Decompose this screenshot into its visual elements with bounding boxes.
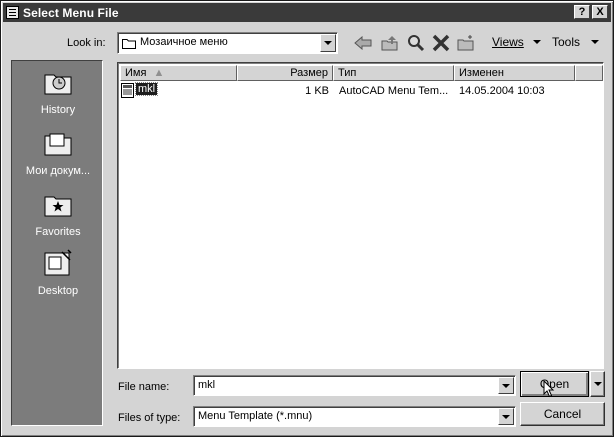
search-icon [408, 35, 425, 52]
place-history[interactable]: History [12, 67, 104, 116]
look-in-value: Мозаичное меню [140, 36, 228, 48]
file-name-combobox[interactable]: mkl [193, 375, 516, 396]
column-size-label: Размер [290, 67, 328, 79]
dialog-title: Select Menu File [23, 5, 119, 20]
title-bar[interactable]: Select Menu File ? X [3, 3, 611, 22]
place-history-label: History [40, 104, 76, 116]
column-name-label: Имя [125, 67, 147, 79]
views-menu[interactable]: Views [492, 35, 524, 49]
folder-icon [122, 39, 136, 49]
mouse-cursor-icon [543, 380, 555, 398]
file-name-dropdown-button[interactable] [498, 377, 514, 394]
chevron-down-icon [502, 383, 510, 388]
place-desktop-label: Desktop [37, 285, 79, 297]
menu-file-icon [121, 83, 134, 98]
app-icon [6, 6, 19, 19]
close-button[interactable]: X [592, 5, 608, 19]
cancel-label: Cancel [543, 407, 582, 421]
my-documents-icon [44, 133, 72, 156]
file-size-cell: 1 KB [305, 85, 329, 97]
place-my-documents[interactable]: Мои докум... [12, 128, 104, 177]
new-folder-button[interactable] [456, 33, 476, 53]
file-list[interactable]: Имя ▲ Размер Тип Изменен mkl 1 KB AutoCA… [117, 62, 604, 369]
look-in-dropdown-button[interactable] [320, 34, 336, 52]
back-arrow-icon [354, 36, 372, 50]
new-folder-icon [457, 35, 474, 51]
help-button[interactable]: ? [574, 5, 590, 19]
place-desktop[interactable]: Desktop [12, 248, 104, 297]
chevron-down-icon [593, 382, 602, 386]
file-name-cell[interactable]: mkl [134, 82, 159, 96]
back-button[interactable] [353, 33, 373, 53]
views-label: Views [492, 35, 524, 49]
file-name-input[interactable]: mkl [198, 379, 215, 391]
up-folder-icon [381, 36, 398, 51]
place-my-documents-label: Мои докум... [25, 165, 91, 177]
file-type-combobox[interactable]: Menu Template (*.mnu) [193, 406, 516, 427]
tools-dropdown-icon[interactable] [591, 40, 599, 44]
place-favorites-label: Favorites [35, 226, 81, 238]
chevron-down-icon [502, 414, 510, 419]
delete-button[interactable] [431, 33, 451, 53]
desktop-icon [44, 249, 72, 276]
look-in-combobox[interactable]: Мозаичное меню [117, 32, 338, 54]
column-header-filler [575, 65, 603, 81]
tools-label: Tools [552, 35, 581, 49]
column-type-label: Тип [338, 67, 357, 79]
column-header-size[interactable]: Размер [237, 65, 333, 81]
sort-ascending-icon: ▲ [153, 67, 165, 79]
chevron-down-icon [324, 41, 332, 45]
column-header-modified[interactable]: Изменен [454, 65, 575, 81]
views-dropdown-icon[interactable] [533, 40, 541, 44]
places-bar: History Мои докум... Favorites Desktop [11, 60, 103, 426]
tools-menu[interactable]: Tools [552, 35, 580, 49]
select-menu-file-dialog: Select Menu File ? X Look in: Мозаичное … [0, 0, 614, 437]
open-options-button[interactable] [590, 371, 605, 397]
search-web-button[interactable] [406, 33, 426, 53]
column-header-name[interactable]: Имя ▲ [120, 65, 237, 81]
file-name-label: File name: [118, 381, 170, 393]
delete-x-icon [432, 34, 450, 52]
file-type-label: Files of type: [118, 412, 181, 424]
open-button[interactable]: Open [520, 371, 589, 398]
favorites-icon [44, 196, 72, 217]
file-type-cell: AutoCAD Menu Tem... [339, 85, 449, 97]
file-type-dropdown-button[interactable] [498, 408, 514, 425]
history-icon [44, 74, 72, 95]
cancel-button[interactable]: Cancel [520, 402, 605, 426]
place-favorites[interactable]: Favorites [12, 189, 104, 238]
file-modified-cell: 14.05.2004 10:03 [459, 85, 545, 97]
up-one-level-button[interactable] [380, 33, 400, 53]
column-modified-label: Изменен [459, 67, 504, 79]
look-in-label: Look in: [67, 37, 106, 49]
file-type-value: Menu Template (*.mnu) [198, 410, 313, 422]
column-header-type[interactable]: Тип [333, 65, 454, 81]
